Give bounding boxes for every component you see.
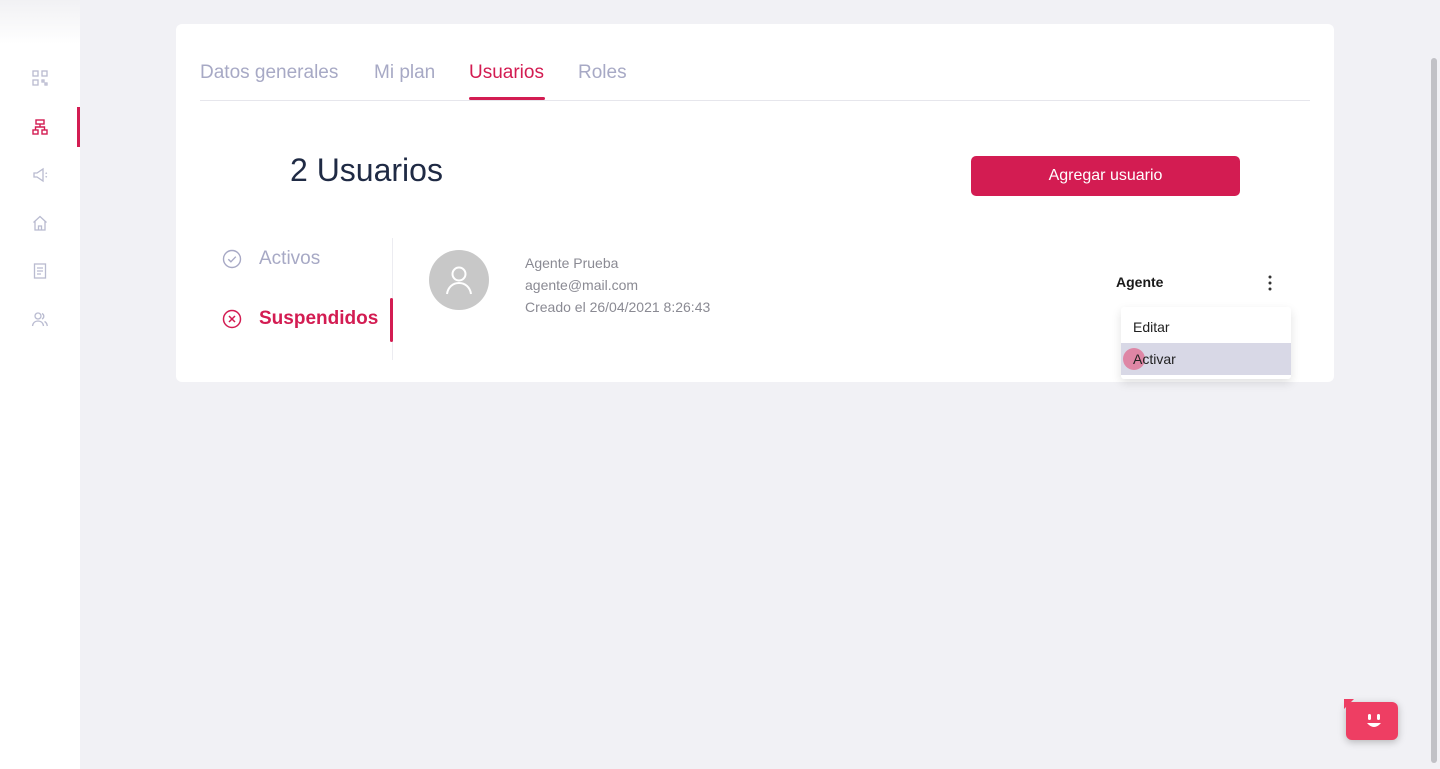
user-name: Agente Prueba [525,255,619,271]
active-filter-indicator [390,298,393,342]
sidebar-item-campaigns[interactable] [0,155,80,195]
megaphone-icon [33,167,48,183]
settings-tabs: Datos generales Mi plan Usuarios Roles [200,52,1310,101]
sidebar-item-qr[interactable] [0,58,80,98]
user-placeholder-icon [446,266,472,295]
tab-roles[interactable]: Roles [578,62,627,84]
tab-datos-generales[interactable]: Datos generales [200,62,338,84]
filter-suspendidos-label: Suspendidos [259,308,379,329]
user-created-date: Creado el 26/04/2021 8:26:43 [525,299,711,315]
sidebar-logo-area [0,0,80,44]
receipt-icon [33,263,47,279]
add-user-button[interactable]: Agregar usuario [971,156,1240,196]
user-email: agente@mail.com [525,277,639,293]
home-icon [33,215,47,231]
users-count-title: 2 Usuarios [290,152,443,188]
user-options-button[interactable] [1258,272,1282,294]
check-circle-icon [222,249,242,269]
sidebar-item-billing[interactable] [0,251,80,291]
qr-code-icon [32,70,48,86]
tab-usuarios[interactable]: Usuarios [469,62,544,84]
chat-widget-button[interactable] [1344,699,1398,740]
menu-item-activar-label: Activar [1133,351,1176,367]
user-options-menu: Editar Activar [1121,307,1291,379]
filter-activos[interactable]: Activos [222,244,320,274]
sidebar-item-home[interactable] [0,203,80,243]
users-icon [31,312,48,327]
menu-item-activar[interactable]: Activar [1121,343,1291,375]
filter-suspendidos[interactable]: Suspendidos [222,304,378,334]
users-settings-card: Datos generales Mi plan Usuarios Roles 2… [176,24,1334,382]
x-circle-icon [222,309,242,329]
menu-item-editar[interactable]: Editar [1121,311,1291,343]
sidebar-item-organization[interactable] [0,107,80,147]
organization-icon [32,119,48,135]
more-vertical-icon [1268,275,1272,291]
avatar [429,250,489,310]
menu-item-editar-label: Editar [1133,319,1170,335]
sidebar [0,0,80,769]
tab-mi-plan[interactable]: Mi plan [374,62,435,84]
user-info: Agente Prueba agente@mail.com Creado el … [525,252,710,318]
filter-activos-label: Activos [259,248,321,269]
page-scrollbar[interactable] [1428,0,1440,769]
scrollbar-thumb[interactable] [1431,58,1437,763]
user-role: Agente [1116,274,1164,290]
chat-bubble-tail [1344,699,1354,709]
active-tab-indicator [469,97,545,100]
sidebar-item-users[interactable] [0,299,80,339]
